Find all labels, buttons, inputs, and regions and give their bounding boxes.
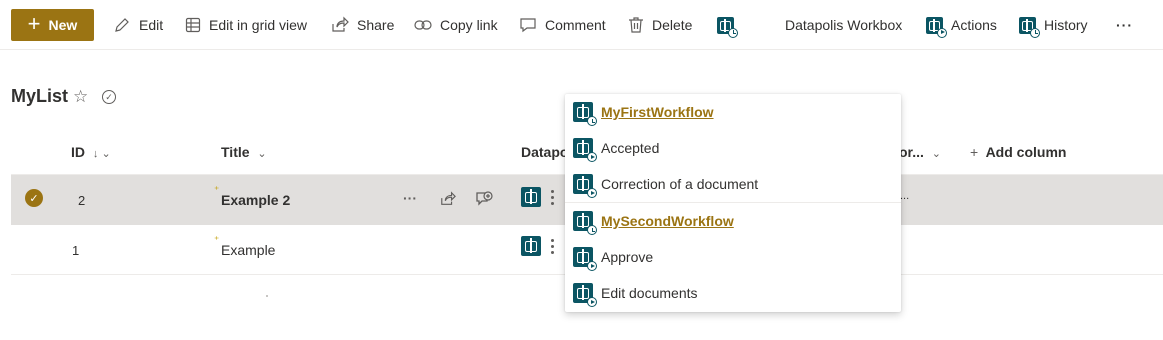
chevron-down-icon: ⌄: [931, 148, 942, 160]
datapolis-row-icon[interactable]: [521, 187, 541, 207]
new-item-icon: ⁺: [214, 235, 220, 246]
column-datapolis-label: Datapo: [521, 144, 569, 160]
menu-item-workflow[interactable]: MyFirstWorkflow: [565, 94, 901, 130]
history-label: History: [1044, 17, 1088, 33]
datapolis-workbox-button[interactable]: Datapolis Workbox: [785, 0, 902, 50]
action-play-icon: [573, 138, 597, 162]
action-play-icon: [573, 174, 597, 198]
action-play-icon: [573, 283, 597, 307]
menu-item-label: Edit documents: [601, 285, 698, 301]
grid-icon: [185, 17, 201, 33]
column-header-id[interactable]: ID ↓ ⌄: [71, 144, 111, 160]
edit-button[interactable]: Edit: [113, 0, 163, 50]
row-selected-check-icon[interactable]: ✓: [25, 189, 43, 207]
link-icon: [414, 20, 432, 30]
command-bar: + New Edit Edit in grid view Share Copy …: [0, 0, 1163, 50]
row-kebab-icon[interactable]: [551, 239, 554, 254]
pencil-icon: [115, 18, 129, 32]
menu-item-label: Accepted: [601, 140, 660, 156]
row-title[interactable]: Example 2: [221, 192, 290, 208]
datapolis-icon: [717, 16, 738, 38]
copy-link-label: Copy link: [440, 17, 498, 33]
action-play-icon: [573, 247, 597, 271]
edit-label: Edit: [139, 17, 164, 33]
menu-item-label: Correction of a document: [601, 176, 759, 192]
page-title: MyList: [11, 86, 69, 106]
new-button[interactable]: + New: [11, 9, 94, 41]
menu-item-label: MySecondWorkflow: [601, 213, 734, 229]
datapolis-row-icon[interactable]: [521, 236, 541, 256]
row-id: 1: [72, 243, 80, 258]
menu-item-workflow[interactable]: MySecondWorkflow: [565, 203, 901, 239]
delete-label: Delete: [652, 17, 693, 33]
row-title[interactable]: Example: [221, 242, 275, 258]
menu-item-action[interactable]: Accepted: [565, 130, 901, 166]
add-column-label: Add column: [985, 144, 1067, 160]
delete-button[interactable]: Delete: [628, 0, 692, 50]
sort-arrow-icon: ↓ ⌄: [92, 148, 111, 160]
history-button[interactable]: History: [1019, 0, 1088, 50]
column-header-datapolis[interactable]: Datapo: [521, 144, 568, 160]
row-kebab-icon[interactable]: [551, 190, 554, 205]
menu-item-label: Approve: [601, 249, 654, 265]
comment-icon: [520, 18, 536, 33]
workflow-icon: [573, 102, 597, 126]
more-button[interactable]: ···: [1116, 0, 1133, 50]
favorite-star-icon[interactable]: ☆: [73, 87, 88, 107]
menu-item-action[interactable]: Edit documents: [565, 275, 901, 311]
add-column-button[interactable]: + Add column: [970, 144, 1066, 160]
row-id: 2: [78, 193, 86, 208]
menu-item-label: MyFirstWorkflow: [601, 104, 714, 120]
menu-item-action[interactable]: Approve: [565, 239, 901, 275]
column-title-label: Title: [221, 144, 250, 160]
actions-label: Actions: [951, 17, 997, 33]
new-button-label: New: [48, 17, 78, 33]
datapolis-actions-icon: [926, 16, 947, 38]
workflow-icon: [573, 211, 597, 235]
verified-check-icon[interactable]: ✓: [102, 90, 116, 104]
trash-icon: [629, 17, 643, 33]
edit-grid-button[interactable]: Edit in grid view: [185, 0, 307, 50]
datapolis-context-menu: MyFirstWorkflow Accepted Correction of a…: [565, 94, 901, 312]
chevron-down-icon: ⌄: [257, 148, 267, 160]
workbox-label: Datapolis Workbox: [785, 17, 903, 33]
copy-link-button[interactable]: Copy link: [414, 0, 498, 50]
menu-item-action[interactable]: Correction of a document: [565, 166, 901, 202]
row-share-icon[interactable]: [440, 191, 456, 207]
column-header-truncated[interactable]: or... ⌄: [899, 144, 941, 160]
more-icon: ···: [1116, 17, 1133, 33]
row-truncated-value: ...: [900, 190, 910, 202]
column-truncated-label: or...: [899, 144, 924, 160]
share-icon: [332, 16, 349, 32]
datapolis-history-icon: [1019, 16, 1040, 38]
comment-label: Comment: [545, 17, 606, 33]
plus-icon: +: [970, 144, 979, 160]
new-item-icon: ⁺: [214, 185, 220, 196]
row-more-icon[interactable]: ···: [403, 190, 417, 206]
actions-button[interactable]: Actions: [926, 0, 997, 50]
edit-grid-label: Edit in grid view: [209, 17, 308, 33]
comment-button[interactable]: Comment: [519, 0, 606, 50]
row-comment-icon[interactable]: [475, 190, 493, 208]
column-id-label: ID: [71, 144, 85, 160]
divider: [266, 295, 268, 297]
column-header-title[interactable]: Title ⌄: [221, 144, 267, 160]
datapolis-button[interactable]: [717, 0, 738, 50]
share-button[interactable]: Share: [331, 0, 394, 50]
share-label: Share: [357, 17, 395, 33]
plus-icon: +: [27, 11, 41, 36]
